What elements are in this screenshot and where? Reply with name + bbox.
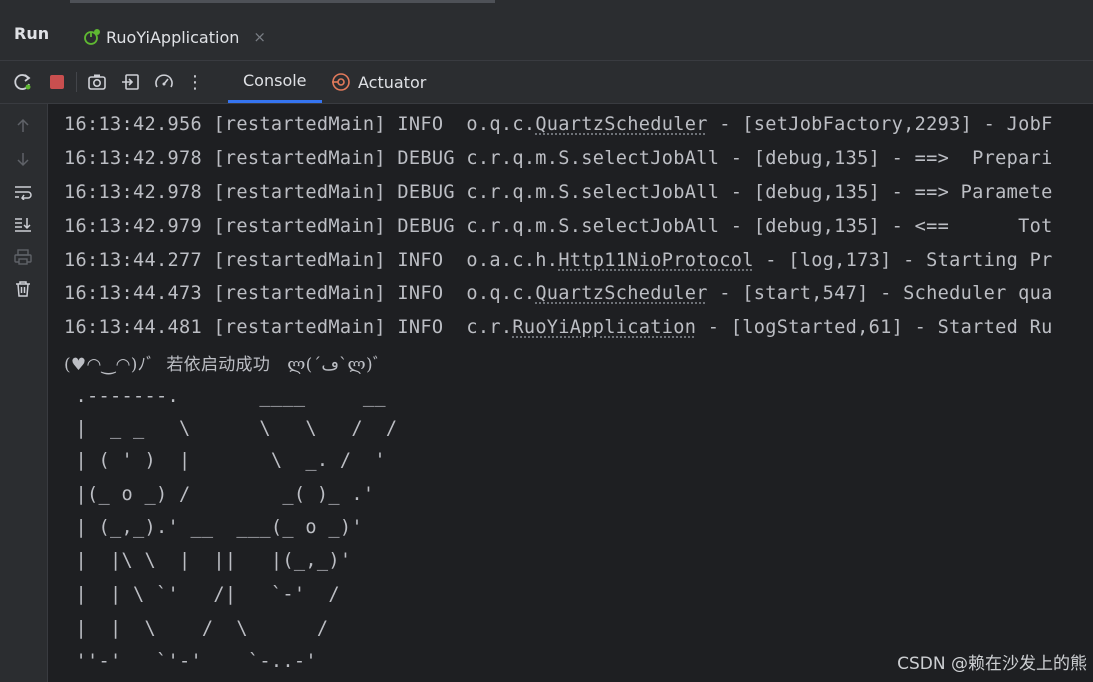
ascii-art-line: | | \ `' /| `-' / xyxy=(64,584,340,605)
dashboard-icon[interactable] xyxy=(153,71,175,93)
log-line: 16:13:42.978 [restartedMain] DEBUG c.r.q… xyxy=(64,148,1053,169)
trash-icon[interactable] xyxy=(12,278,34,300)
log-line: 16:13:42.978 [restartedMain] DEBUG c.r.q… xyxy=(64,182,1053,203)
spring-boot-icon xyxy=(84,29,100,45)
down-arrow-icon[interactable] xyxy=(12,148,34,170)
startup-success-line: (♥◠‿◠)ﾉﾞ 若依启动成功 ლ(´ڡ`ლ)ﾞ xyxy=(64,355,382,375)
up-arrow-icon[interactable] xyxy=(12,115,34,137)
ascii-art-line: | |\ \ | || |(_,_)' xyxy=(64,550,352,571)
tab-console-label: Console xyxy=(243,71,307,90)
log-line: 16:13:44.473 [restartedMain] INFO o.q.c.… xyxy=(64,283,1053,304)
close-icon[interactable]: × xyxy=(253,28,266,46)
rerun-icon[interactable] xyxy=(12,71,34,93)
ascii-art-line: |(_ o _) / _( )_ .' xyxy=(64,484,375,505)
tab-console[interactable]: Console xyxy=(228,61,322,103)
panel-title: Run xyxy=(14,24,50,43)
log-line: 16:13:44.481 [restartedMain] INFO c.r.Ru… xyxy=(64,317,1053,338)
run-toolbar: ⋮ Console Actuator xyxy=(0,61,1093,104)
ascii-art-line: | _ _ \ \ \ / / xyxy=(64,418,398,439)
ascii-art-line: ''-' `'-' `-..-' xyxy=(64,651,317,672)
console-gutter xyxy=(0,104,48,682)
scroll-indicator xyxy=(70,0,495,3)
log-line: 16:13:42.956 [restartedMain] INFO o.q.c.… xyxy=(64,114,1053,135)
run-panel-header: Run RuoYiApplication × xyxy=(0,6,1093,61)
more-icon[interactable]: ⋮ xyxy=(184,71,206,93)
stop-icon[interactable] xyxy=(46,71,68,93)
class-link[interactable]: Http11NioProtocol xyxy=(558,250,753,271)
exit-icon[interactable] xyxy=(120,71,142,93)
run-config-tab[interactable]: RuoYiApplication × xyxy=(76,14,272,60)
class-link[interactable]: QuartzScheduler xyxy=(535,114,707,135)
log-line: 16:13:44.277 [restartedMain] INFO o.a.c.… xyxy=(64,250,1053,271)
log-line: 16:13:42.979 [restartedMain] DEBUG c.r.q… xyxy=(64,216,1053,237)
class-link[interactable]: RuoYiApplication xyxy=(512,317,696,338)
ascii-art-line: .-------. ____ __ xyxy=(64,386,386,407)
ascii-art-line: | (_,_).' __ ___(_ o _)' xyxy=(64,517,363,538)
soft-wrap-icon[interactable] xyxy=(12,181,34,203)
tab-actuator-label: Actuator xyxy=(358,72,427,92)
watermark: CSDN @赖在沙发上的熊 xyxy=(897,654,1087,674)
scroll-to-end-icon[interactable] xyxy=(12,213,34,235)
print-icon[interactable] xyxy=(12,246,34,268)
ascii-art-line: | | \ / \ / xyxy=(64,618,329,639)
run-config-name: RuoYiApplication xyxy=(106,27,240,47)
class-link[interactable]: QuartzScheduler xyxy=(535,283,707,304)
ascii-art-line: | ( ' ) | \ _. / ' xyxy=(64,450,386,471)
toolbar-separator xyxy=(76,72,77,92)
actuator-icon xyxy=(332,73,350,91)
screenshot-icon[interactable] xyxy=(86,71,108,93)
console-output[interactable]: 16:13:42.956 [restartedMain] INFO o.q.c.… xyxy=(48,104,1093,682)
tab-actuator[interactable]: Actuator xyxy=(330,61,426,103)
